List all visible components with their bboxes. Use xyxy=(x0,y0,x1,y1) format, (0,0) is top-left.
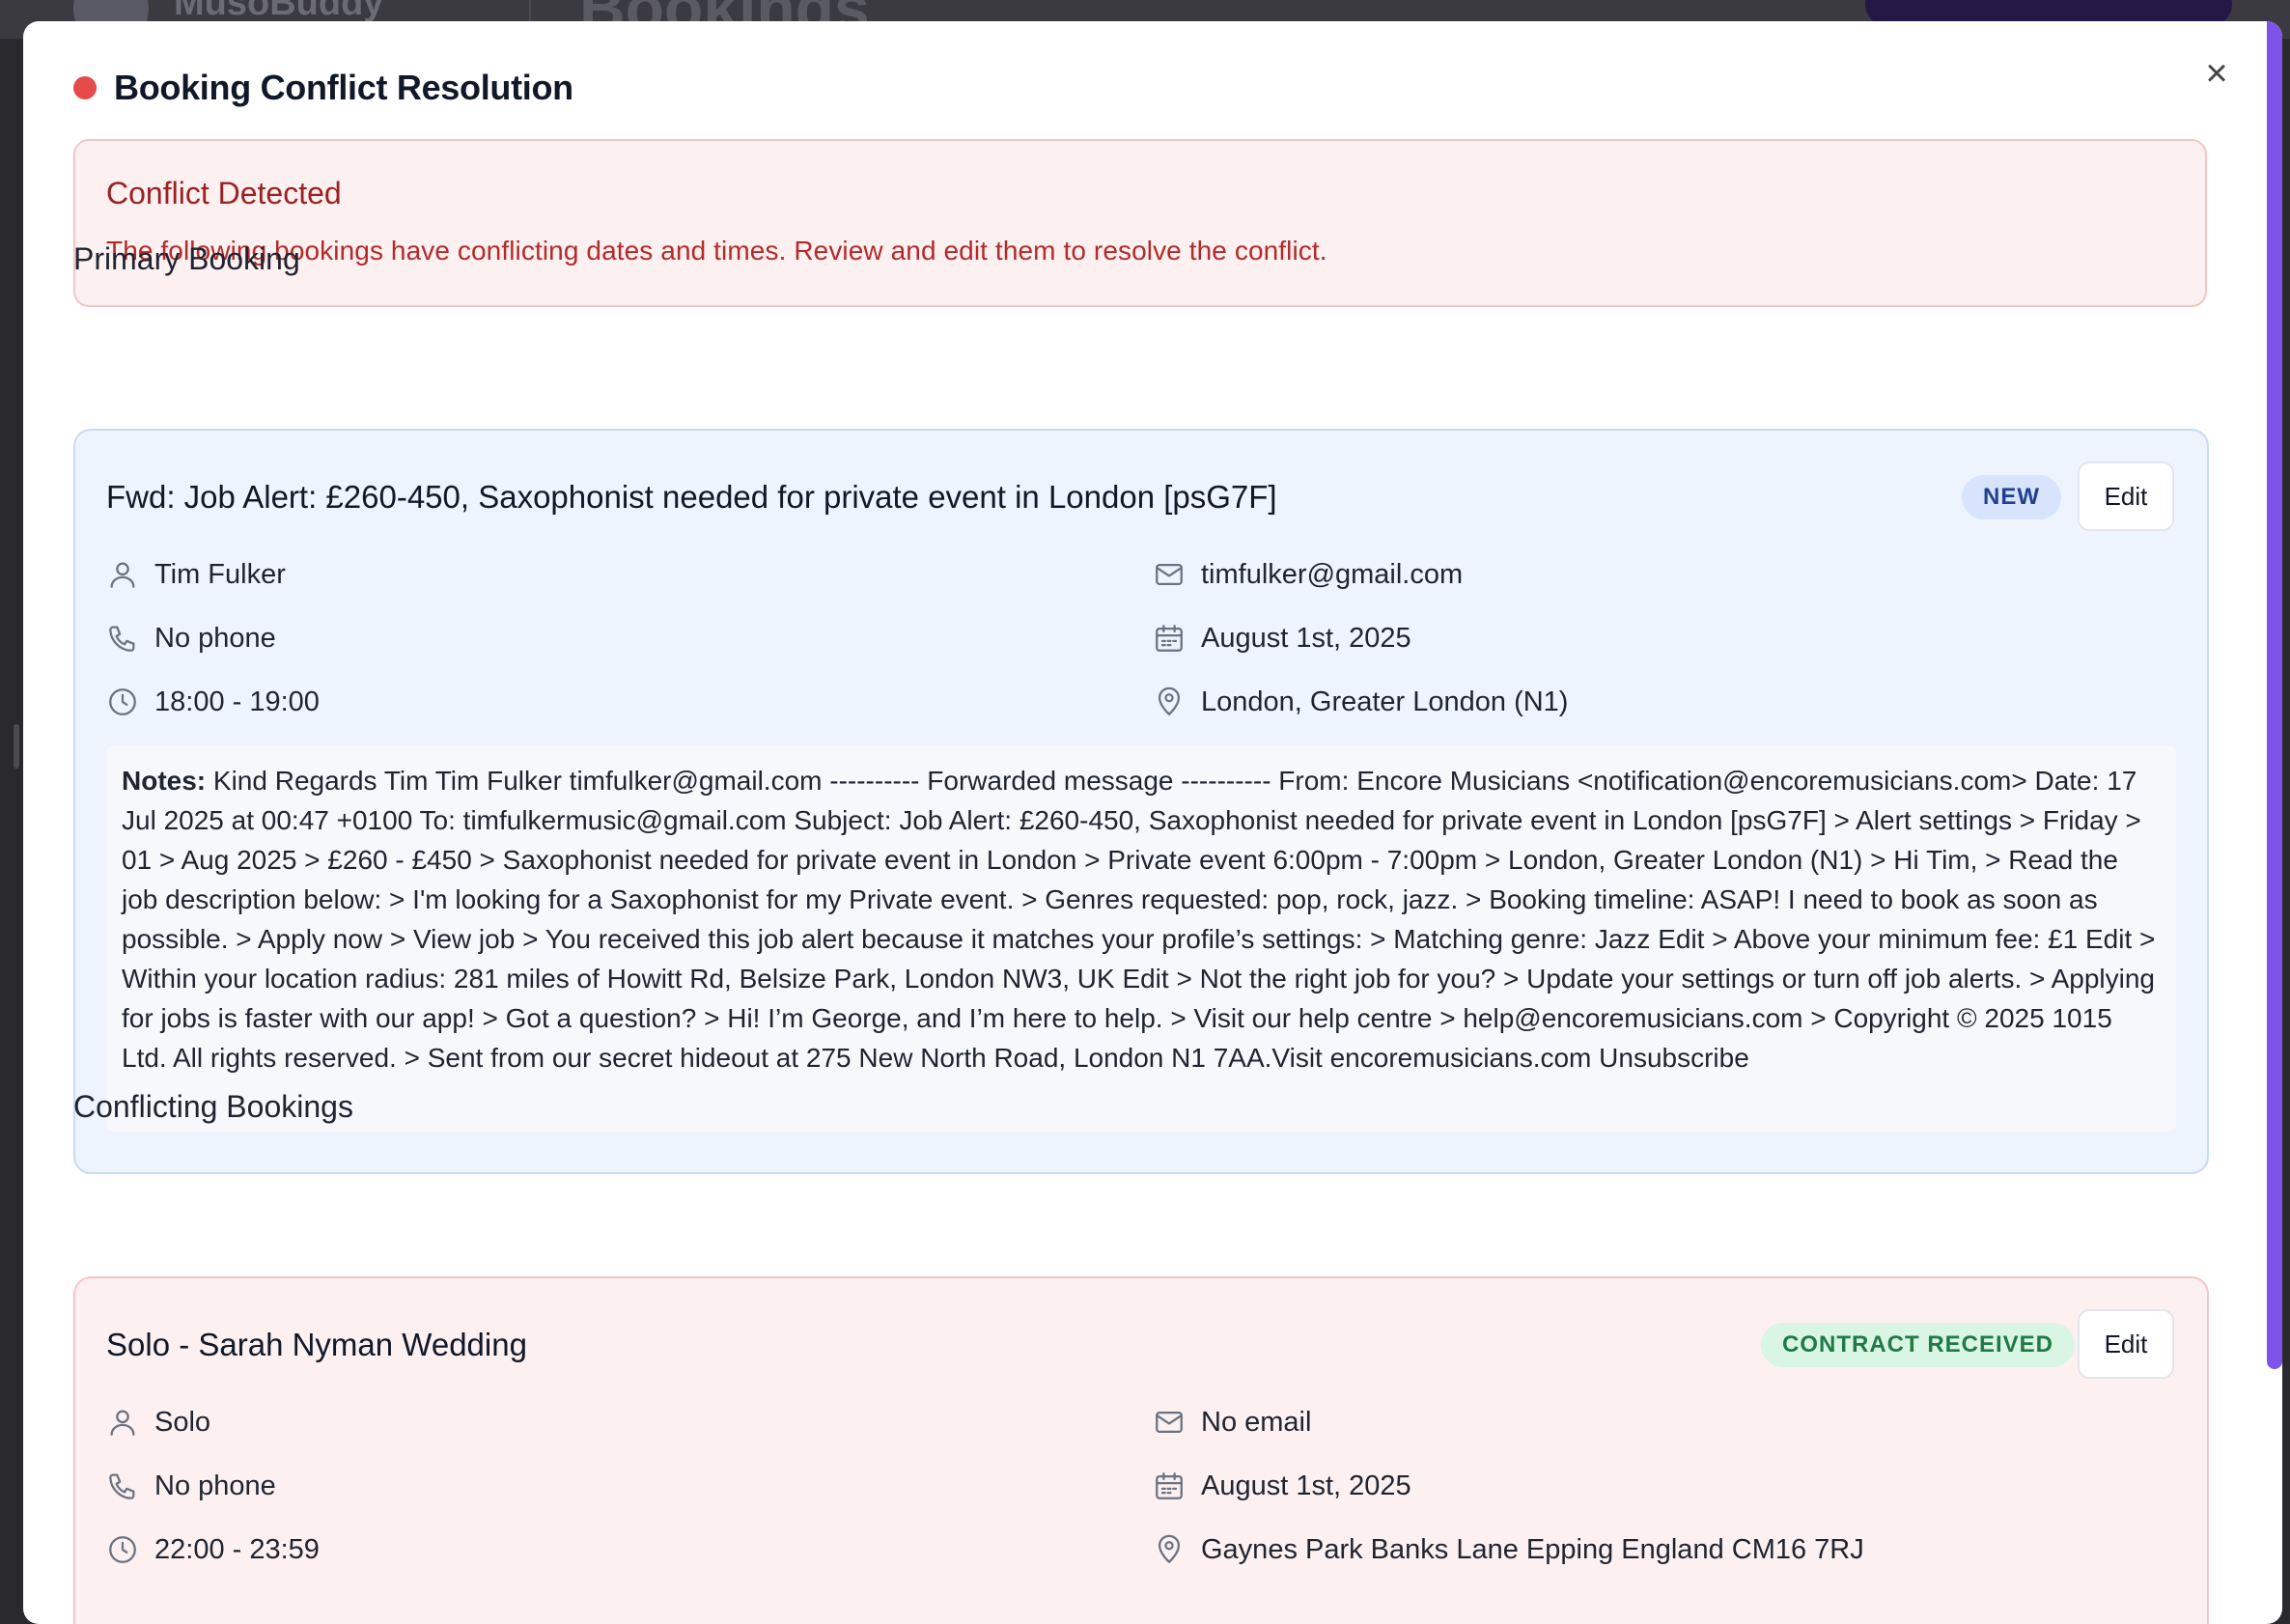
booking-title: Fwd: Job Alert: £260-450, Saxophonist ne… xyxy=(106,479,1277,515)
alert-title: Conflict Detected xyxy=(106,176,342,210)
mail-icon xyxy=(1153,1406,1186,1439)
map-pin-icon xyxy=(1153,1533,1186,1566)
primary-booking-heading: Primary Booking xyxy=(73,241,300,276)
conflict-resolution-dialog: × Booking Conflict Resolution Conflict D… xyxy=(23,21,2282,1624)
client-name-row: Solo xyxy=(106,1406,210,1439)
status-badge: NEW xyxy=(1962,475,2061,519)
calendar-icon xyxy=(1153,622,1186,655)
time-row: 22:00 - 23:59 xyxy=(106,1533,320,1566)
edit-conflicting-booking-button[interactable]: Edit xyxy=(2078,1309,2174,1379)
calendar-icon xyxy=(1153,1470,1186,1502)
email-row: timfulker@gmail.com xyxy=(1153,558,1463,591)
dialog-header: Booking Conflict Resolution xyxy=(73,66,573,110)
dialog-title: Booking Conflict Resolution xyxy=(114,68,573,107)
edit-primary-booking-button[interactable]: Edit xyxy=(2078,462,2174,531)
date-row: August 1st, 2025 xyxy=(1153,622,1411,655)
mail-icon xyxy=(1153,558,1186,591)
phone-icon xyxy=(106,1470,139,1502)
client-phone: No phone xyxy=(154,622,276,654)
phone-row: No phone xyxy=(106,1470,276,1502)
notes-label: Notes: xyxy=(122,766,207,796)
notes-text: Kind Regards Tim Tim Fulker timfulker@gm… xyxy=(122,766,2156,1073)
date-row: August 1st, 2025 xyxy=(1153,1470,1411,1502)
booking-notes: Notes: Kind Regards Tim Tim Fulker timfu… xyxy=(106,745,2176,1132)
conflict-alert: Conflict Detected The following bookings… xyxy=(73,139,2207,307)
user-icon xyxy=(106,558,139,591)
clock-icon xyxy=(106,1533,139,1566)
booking-time: 18:00 - 19:00 xyxy=(154,686,320,717)
primary-booking-card: Fwd: Job Alert: £260-450, Saxophonist ne… xyxy=(73,429,2209,1174)
booking-location: London, Greater London (N1) xyxy=(1201,686,1569,717)
status-badge: CONTRACT RECEIVED xyxy=(1761,1323,2076,1367)
background-resize-handle xyxy=(14,724,19,769)
conflict-indicator-icon xyxy=(73,76,97,99)
dialog-scrollbar[interactable] xyxy=(2267,21,2282,1369)
booking-title: Solo - Sarah Nyman Wedding xyxy=(106,1327,527,1362)
booking-date: August 1st, 2025 xyxy=(1201,622,1411,654)
close-icon[interactable]: × xyxy=(2195,52,2238,95)
email-row: No email xyxy=(1153,1406,1311,1439)
conflicting-bookings-heading: Conflicting Bookings xyxy=(73,1089,353,1124)
client-email: No email xyxy=(1201,1406,1312,1438)
booking-date: August 1st, 2025 xyxy=(1201,1470,1411,1501)
conflicting-booking-card: Solo - Sarah Nyman Wedding CONTRACT RECE… xyxy=(73,1276,2209,1624)
booking-time: 22:00 - 23:59 xyxy=(154,1533,320,1565)
user-icon xyxy=(106,1406,139,1439)
phone-row: No phone xyxy=(106,622,276,655)
clock-icon xyxy=(106,686,139,718)
time-row: 18:00 - 19:00 xyxy=(106,686,320,718)
client-email: timfulker@gmail.com xyxy=(1201,558,1464,590)
client-name: Solo xyxy=(154,1406,211,1438)
map-pin-icon xyxy=(1153,686,1186,718)
client-name-row: Tim Fulker xyxy=(106,558,286,591)
booking-location: Gaynes Park Banks Lane Epping England CM… xyxy=(1201,1533,1864,1565)
client-phone: No phone xyxy=(154,1470,276,1501)
client-name: Tim Fulker xyxy=(154,558,286,590)
phone-icon xyxy=(106,622,139,655)
location-row: London, Greater London (N1) xyxy=(1153,686,1568,718)
location-row: Gaynes Park Banks Lane Epping England CM… xyxy=(1153,1533,1864,1566)
